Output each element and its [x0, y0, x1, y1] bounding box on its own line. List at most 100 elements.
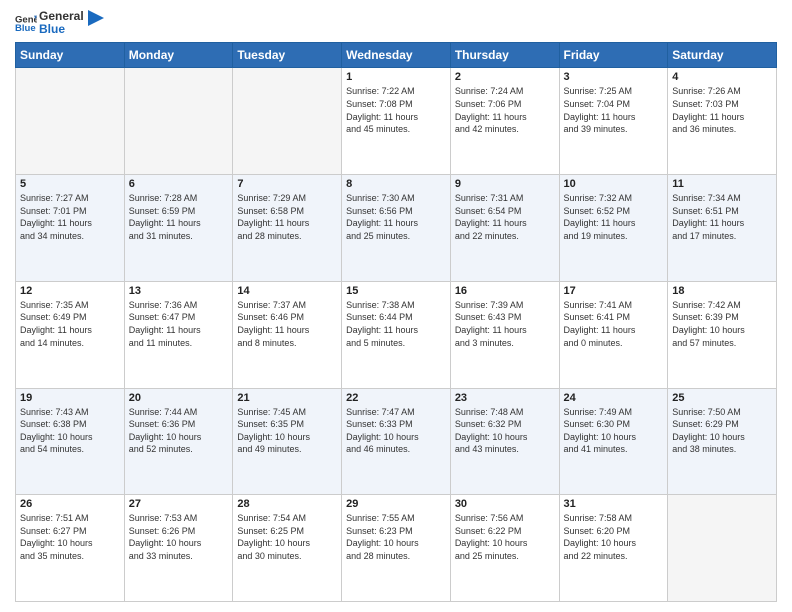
- calendar-cell: 6Sunrise: 7:28 AM Sunset: 6:59 PM Daylig…: [124, 175, 233, 282]
- day-number: 28: [237, 498, 337, 510]
- day-info: Sunrise: 7:58 AM Sunset: 6:20 PM Dayligh…: [564, 512, 664, 562]
- calendar-cell: 10 Sunrise: 7:32 AM Sunset: 6:52 PM Dayli…: [559, 175, 668, 282]
- day-number: 1: [346, 71, 446, 83]
- day-number: 21: [237, 392, 337, 404]
- calendar-cell: 15 Sunrise: 7:38 AM Sunset: 6:44 PM Dayli…: [342, 281, 451, 388]
- day-info: Sunrise: 7:32 AM Sunset: 6:52 PM Dayligh…: [564, 192, 664, 242]
- day-header-friday: Friday: [559, 43, 668, 68]
- logo: General Blue General Blue: [15, 10, 104, 36]
- logo-text-blue: Blue: [39, 23, 84, 36]
- day-header-tuesday: Tuesday: [233, 43, 342, 68]
- day-number: 23: [455, 392, 555, 404]
- calendar-cell: 17Sunrise: 7:41 AM Sunset: 6:41 PM Dayli…: [559, 281, 668, 388]
- day-number: 7: [237, 178, 337, 190]
- calendar-cell: 2Sunrise: 7:24 AM Sunset: 7:06 PM Daylig…: [450, 68, 559, 175]
- day-info: Sunrise: 7:34 AM Sunset: 6:51 PM Dayligh…: [672, 192, 772, 242]
- svg-text:Blue: Blue: [15, 23, 36, 34]
- calendar-cell: 25 Sunrise: 7:50 AM Sunset: 6:29 PM Dayli…: [668, 388, 777, 495]
- calendar-cell: 5 Sunrise: 7:27 AM Sunset: 7:01 PM Daylig…: [16, 175, 125, 282]
- day-number: 26: [20, 498, 120, 510]
- day-info: Sunrise: 7:25 AM Sunset: 7:04 PM Dayligh…: [564, 85, 664, 135]
- day-number: 8: [346, 178, 446, 190]
- day-number: 15: [346, 285, 446, 297]
- day-info: Sunrise: 7:49 AM Sunset: 6:30 PM Dayligh…: [564, 406, 664, 456]
- day-header-monday: Monday: [124, 43, 233, 68]
- header: General Blue General Blue: [15, 10, 777, 36]
- day-number: 13: [129, 285, 229, 297]
- day-info: Sunrise: 7:39 AM Sunset: 6:43 PM Dayligh…: [455, 299, 555, 349]
- day-header-saturday: Saturday: [668, 43, 777, 68]
- day-info: Sunrise: 7:50 AM Sunset: 6:29 PM Dayligh…: [672, 406, 772, 456]
- day-info: Sunrise: 7:28 AM Sunset: 6:59 PM Dayligh…: [129, 192, 229, 242]
- day-info: Sunrise: 7:56 AM Sunset: 6:22 PM Dayligh…: [455, 512, 555, 562]
- day-info: Sunrise: 7:47 AM Sunset: 6:33 PM Dayligh…: [346, 406, 446, 456]
- week-row-1: 5 Sunrise: 7:27 AM Sunset: 7:01 PM Daylig…: [16, 175, 777, 282]
- day-header-sunday: Sunday: [16, 43, 125, 68]
- day-number: 10: [564, 178, 664, 190]
- day-number: 14: [237, 285, 337, 297]
- calendar-cell: 24 Sunrise: 7:49 AM Sunset: 6:30 PM Dayli…: [559, 388, 668, 495]
- day-info: Sunrise: 7:54 AM Sunset: 6:25 PM Dayligh…: [237, 512, 337, 562]
- day-number: 31: [564, 498, 664, 510]
- day-info: Sunrise: 7:36 AM Sunset: 6:47 PM Dayligh…: [129, 299, 229, 349]
- calendar-cell: 26 Sunrise: 7:51 AM Sunset: 6:27 PM Dayli…: [16, 495, 125, 602]
- day-info: Sunrise: 7:41 AM Sunset: 6:41 PM Dayligh…: [564, 299, 664, 349]
- page: General Blue General Blue SundayMondayTu…: [0, 0, 792, 612]
- calendar-cell: 3 Sunrise: 7:25 AM Sunset: 7:04 PM Daylig…: [559, 68, 668, 175]
- day-number: 29: [346, 498, 446, 510]
- calendar-cell: [233, 68, 342, 175]
- day-number: 4: [672, 71, 772, 83]
- logo-arrow-icon: [88, 10, 104, 26]
- calendar-cell: 19Sunrise: 7:43 AM Sunset: 6:38 PM Dayli…: [16, 388, 125, 495]
- day-info: Sunrise: 7:38 AM Sunset: 6:44 PM Dayligh…: [346, 299, 446, 349]
- day-number: 5: [20, 178, 120, 190]
- calendar-cell: 16 Sunrise: 7:39 AM Sunset: 6:43 PM Dayli…: [450, 281, 559, 388]
- day-info: Sunrise: 7:24 AM Sunset: 7:06 PM Dayligh…: [455, 85, 555, 135]
- calendar-header-row: SundayMondayTuesdayWednesdayThursdayFrid…: [16, 43, 777, 68]
- day-info: Sunrise: 7:55 AM Sunset: 6:23 PM Dayligh…: [346, 512, 446, 562]
- day-info: Sunrise: 7:27 AM Sunset: 7:01 PM Dayligh…: [20, 192, 120, 242]
- week-row-3: 19Sunrise: 7:43 AM Sunset: 6:38 PM Dayli…: [16, 388, 777, 495]
- calendar-cell: 23 Sunrise: 7:48 AM Sunset: 6:32 PM Dayli…: [450, 388, 559, 495]
- day-number: 20: [129, 392, 229, 404]
- calendar-cell: 12Sunrise: 7:35 AM Sunset: 6:49 PM Dayli…: [16, 281, 125, 388]
- day-info: Sunrise: 7:42 AM Sunset: 6:39 PM Dayligh…: [672, 299, 772, 349]
- day-info: Sunrise: 7:48 AM Sunset: 6:32 PM Dayligh…: [455, 406, 555, 456]
- day-number: 3: [564, 71, 664, 83]
- day-info: Sunrise: 7:22 AM Sunset: 7:08 PM Dayligh…: [346, 85, 446, 135]
- day-number: 9: [455, 178, 555, 190]
- day-number: 27: [129, 498, 229, 510]
- calendar-cell: 4 Sunrise: 7:26 AM Sunset: 7:03 PM Daylig…: [668, 68, 777, 175]
- calendar-cell: 1 Sunrise: 7:22 AM Sunset: 7:08 PM Daylig…: [342, 68, 451, 175]
- day-info: Sunrise: 7:45 AM Sunset: 6:35 PM Dayligh…: [237, 406, 337, 456]
- calendar-cell: [124, 68, 233, 175]
- calendar-cell: 18 Sunrise: 7:42 AM Sunset: 6:39 PM Dayli…: [668, 281, 777, 388]
- day-info: Sunrise: 7:31 AM Sunset: 6:54 PM Dayligh…: [455, 192, 555, 242]
- calendar-cell: 21 Sunrise: 7:45 AM Sunset: 6:35 PM Dayli…: [233, 388, 342, 495]
- day-number: 16: [455, 285, 555, 297]
- week-row-2: 12Sunrise: 7:35 AM Sunset: 6:49 PM Dayli…: [16, 281, 777, 388]
- week-row-0: 1 Sunrise: 7:22 AM Sunset: 7:08 PM Daylig…: [16, 68, 777, 175]
- day-header-wednesday: Wednesday: [342, 43, 451, 68]
- day-number: 25: [672, 392, 772, 404]
- day-info: Sunrise: 7:51 AM Sunset: 6:27 PM Dayligh…: [20, 512, 120, 562]
- calendar-cell: 8 Sunrise: 7:30 AM Sunset: 6:56 PM Daylig…: [342, 175, 451, 282]
- day-info: Sunrise: 7:30 AM Sunset: 6:56 PM Dayligh…: [346, 192, 446, 242]
- calendar-cell: 22 Sunrise: 7:47 AM Sunset: 6:33 PM Dayli…: [342, 388, 451, 495]
- day-info: Sunrise: 7:26 AM Sunset: 7:03 PM Dayligh…: [672, 85, 772, 135]
- day-info: Sunrise: 7:37 AM Sunset: 6:46 PM Dayligh…: [237, 299, 337, 349]
- calendar-cell: 7 Sunrise: 7:29 AM Sunset: 6:58 PM Daylig…: [233, 175, 342, 282]
- calendar-cell: [16, 68, 125, 175]
- calendar-cell: 13 Sunrise: 7:36 AM Sunset: 6:47 PM Dayli…: [124, 281, 233, 388]
- day-info: Sunrise: 7:44 AM Sunset: 6:36 PM Dayligh…: [129, 406, 229, 456]
- day-number: 24: [564, 392, 664, 404]
- calendar-cell: 14 Sunrise: 7:37 AM Sunset: 6:46 PM Dayli…: [233, 281, 342, 388]
- calendar-cell: 11Sunrise: 7:34 AM Sunset: 6:51 PM Dayli…: [668, 175, 777, 282]
- day-header-thursday: Thursday: [450, 43, 559, 68]
- day-number: 18: [672, 285, 772, 297]
- calendar-cell: 9 Sunrise: 7:31 AM Sunset: 6:54 PM Daylig…: [450, 175, 559, 282]
- calendar-cell: 30Sunrise: 7:56 AM Sunset: 6:22 PM Dayli…: [450, 495, 559, 602]
- day-info: Sunrise: 7:29 AM Sunset: 6:58 PM Dayligh…: [237, 192, 337, 242]
- day-number: 22: [346, 392, 446, 404]
- calendar-cell: [668, 495, 777, 602]
